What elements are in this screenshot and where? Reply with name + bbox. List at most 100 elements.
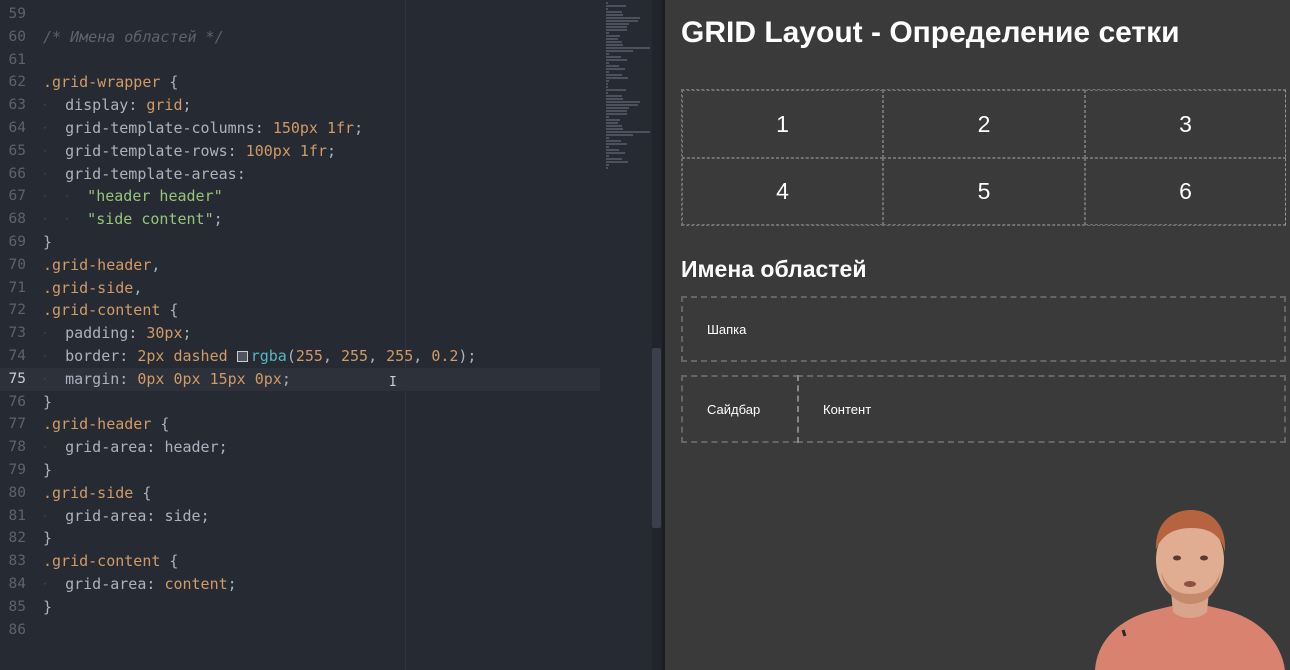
code-line[interactable]: 60 /* Имена областей */ (0, 26, 600, 49)
code-token: } (43, 460, 53, 479)
line-code[interactable]: .grid-side, (43, 277, 142, 300)
code-token: .grid-header (43, 415, 152, 434)
line-number: 62 (8, 74, 26, 91)
code-line[interactable]: 67 ⸱ ⸱ "header header" (0, 185, 600, 208)
line-code[interactable]: ⸱ ⸱ "header header" (43, 185, 223, 208)
grid-area-content: Контент (797, 375, 1286, 443)
line-code[interactable]: ⸱ border: 2px dashed rgba(255, 255, 255,… (43, 345, 476, 368)
minimap-row (606, 155, 609, 157)
line-code[interactable]: /* Имена областей */ (43, 26, 224, 49)
code-line[interactable]: 71 .grid-side, (0, 277, 600, 300)
code-line[interactable]: 61 (0, 49, 600, 72)
minimap-row (606, 59, 627, 61)
code-line[interactable]: 64 ⸱ grid-template-columns: 150px 1fr; (0, 117, 600, 140)
code-token: 0px 0px 15px 0px (137, 369, 282, 388)
code-line[interactable]: 76} (0, 391, 600, 414)
code-line[interactable]: 77 .grid-header { (0, 413, 600, 436)
code-line[interactable]: 82} (0, 527, 600, 550)
code-token: .grid-content (43, 552, 161, 571)
code-token: margin (65, 369, 120, 388)
code-line[interactable]: 63 ⸱ display: grid; (0, 94, 600, 117)
code-token: ⸱ (43, 438, 66, 457)
line-code[interactable]: ⸱ margin: 0px 0px 15px 0px; (43, 368, 291, 391)
minimap-row (606, 44, 624, 46)
minimap-row (606, 38, 618, 40)
code-line[interactable]: 78 ⸱ grid-area: header; (0, 436, 600, 459)
line-code[interactable]: ⸱ display: grid; (43, 94, 192, 117)
code-token: { (133, 483, 152, 502)
minimap-row (606, 11, 622, 13)
code-line[interactable]: 62 .grid-wrapper { (0, 71, 600, 94)
minimap-row (606, 89, 626, 91)
line-code[interactable]: ⸱ grid-area: content; (43, 573, 237, 596)
code-line[interactable]: 75 ⸱ margin: 0px 0px 15px 0px; (0, 367, 600, 391)
line-code[interactable]: .grid-header { (43, 413, 169, 436)
code-line[interactable]: 73 ⸱ padding: 30px; (0, 322, 600, 345)
code-token: ⸱ (43, 506, 66, 525)
line-code[interactable]: ⸱ grid-area: header; (43, 436, 228, 459)
minimap[interactable] (606, 2, 654, 169)
line-code[interactable]: ⸱ padding: 30px; (43, 322, 192, 345)
code-line[interactable]: 66 ⸱ grid-template-areas: (0, 163, 600, 186)
line-code[interactable]: .grid-content { (43, 550, 178, 573)
code-editor[interactable]: 59 60 /* Имена областей */ 61 62 .grid-wrappe… (0, 0, 662, 670)
code-line[interactable]: 65 ⸱ grid-template-rows: 100px 1fr; (0, 140, 600, 163)
line-number: 70 (8, 256, 26, 273)
code-token: ⸱ (43, 118, 66, 137)
text-cursor-icon: I (389, 375, 397, 390)
line-code[interactable]: } (43, 231, 52, 254)
line-code[interactable]: ⸱ ⸱ "side content"; (43, 208, 223, 231)
code-line[interactable]: 85} (0, 596, 600, 619)
code-line[interactable]: 83 .grid-content { (0, 550, 600, 573)
code-token: ; (281, 369, 291, 388)
code-token: 30px (146, 324, 183, 343)
line-code[interactable]: } (43, 459, 52, 482)
line-code[interactable]: ⸱ grid-template-columns: 150px 1fr; (43, 117, 363, 140)
preview-pane: GRID Layout - Определение сетки 1 2 3 4 … (665, 0, 1290, 670)
line-code[interactable]: ⸱ grid-template-rows: 100px 1fr; (43, 140, 336, 163)
code-line[interactable]: 69} (0, 231, 600, 254)
minimap-row (606, 23, 629, 25)
scrollbar-track[interactable] (652, 0, 662, 670)
code-line[interactable]: 81 ⸱ grid-area: side; (0, 505, 600, 528)
code-token: { (160, 73, 179, 92)
code-line[interactable]: 72 .grid-content { (0, 299, 600, 322)
minimap-row (606, 62, 609, 64)
code-token: border (65, 346, 120, 365)
code-line[interactable]: 74 ⸱ border: 2px dashed rgba(255, 255, 25… (0, 345, 600, 368)
code-token: padding (65, 324, 129, 343)
code-line[interactable]: 79} (0, 459, 600, 482)
line-number: 77 (8, 416, 26, 433)
code-token: "header header" (87, 187, 223, 206)
code-token: ⸱ (43, 141, 66, 160)
code-token: 150px 1fr (272, 118, 355, 137)
line-code[interactable]: ⸱ grid-template-areas: (43, 163, 246, 186)
line-code[interactable]: ⸱ grid-area: side; (43, 505, 210, 528)
line-number: 81 (8, 507, 26, 524)
line-code[interactable]: } (43, 391, 52, 414)
line-code[interactable]: .grid-header, (43, 254, 160, 277)
minimap-row (606, 140, 621, 142)
code-line[interactable]: 80 .grid-side { (0, 482, 600, 505)
code-line[interactable]: 84 ⸱ grid-area: content; (0, 573, 600, 596)
code-line[interactable]: 59 (0, 3, 600, 26)
code-token: "side content" (87, 210, 214, 229)
code-lines[interactable]: 59 60 /* Имена областей */ 61 62 .grid-wrappe… (0, 3, 600, 641)
code-line[interactable]: 70 .grid-header, (0, 254, 600, 277)
line-code[interactable]: } (43, 596, 52, 619)
code-token: ⸱ (43, 369, 66, 388)
line-code[interactable]: .grid-wrapper { (43, 71, 178, 94)
line-number: 86 (8, 621, 26, 638)
minimap-row (606, 101, 641, 103)
line-code[interactable]: .grid-content { (43, 299, 178, 322)
code-token: grid-template-areas (65, 164, 237, 183)
code-token: ; (327, 141, 337, 160)
line-code[interactable]: } (43, 527, 52, 550)
grid-cell: 4 (682, 158, 883, 225)
minimap-row (606, 8, 608, 10)
code-line[interactable]: 86 (0, 619, 600, 642)
code-line[interactable]: 68 ⸱ ⸱ "side content"; (0, 208, 600, 231)
line-code[interactable]: .grid-side { (43, 482, 151, 505)
scrollbar-thumb[interactable] (652, 348, 661, 528)
minimap-row (606, 29, 627, 31)
